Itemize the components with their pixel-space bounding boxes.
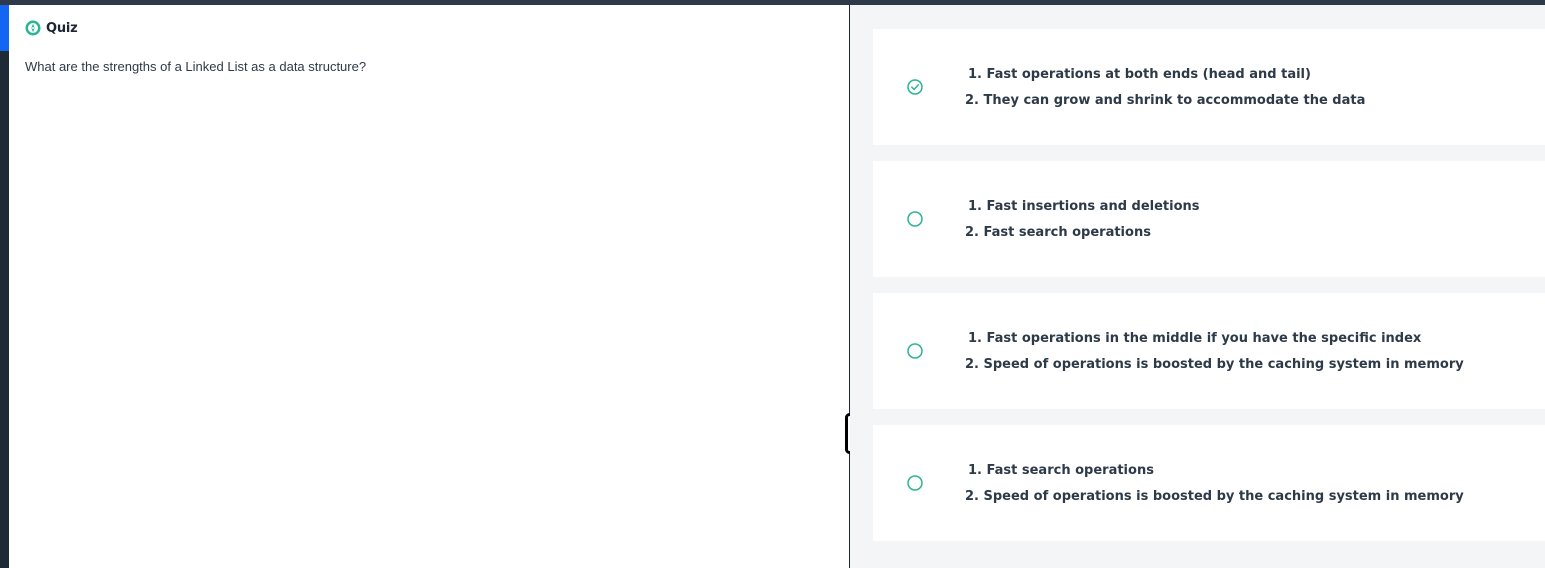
answer-option-3-line-1: 1. Fast operations in the middle if you … bbox=[968, 331, 1422, 346]
left-rail-active-indicator bbox=[0, 5, 9, 51]
answer-option-1-line-2: 2. They can grow and shrink to accommoda… bbox=[965, 93, 1366, 108]
quiz-title: Quiz bbox=[46, 20, 78, 36]
check-circle-icon[interactable] bbox=[907, 79, 923, 95]
radio-circle-icon[interactable] bbox=[907, 211, 923, 227]
answer-option-2-line-2: 2. Fast search operations bbox=[965, 225, 1151, 240]
radio-circle-icon[interactable] bbox=[907, 475, 923, 491]
answer-option-2[interactable]: 1. Fast insertions and deletions 2. Fast… bbox=[873, 161, 1545, 277]
answer-option-4[interactable]: 1. Fast search operations 2. Speed of op… bbox=[873, 425, 1545, 541]
radio-circle-icon[interactable] bbox=[907, 343, 923, 359]
question-pane: Quiz What are the strengths of a Linked … bbox=[9, 5, 849, 568]
answers-pane: 1. Fast operations at both ends (head an… bbox=[850, 5, 1545, 568]
answer-option-3[interactable]: 1. Fast operations in the middle if you … bbox=[873, 293, 1545, 409]
left-rail bbox=[0, 5, 9, 568]
question-text: What are the strengths of a Linked List … bbox=[25, 59, 367, 74]
answer-option-1[interactable]: 1. Fast operations at both ends (head an… bbox=[873, 29, 1545, 145]
answer-option-4-line-2: 2. Speed of operations is boosted by the… bbox=[965, 489, 1464, 504]
quiz-app: Quiz What are the strengths of a Linked … bbox=[0, 0, 1545, 568]
answer-option-2-line-1: 1. Fast insertions and deletions bbox=[968, 199, 1200, 214]
answer-option-4-line-1: 1. Fast search operations bbox=[968, 463, 1154, 478]
quiz-compass-icon bbox=[25, 20, 41, 36]
quiz-header: Quiz bbox=[25, 20, 78, 36]
answer-option-1-line-1: 1. Fast operations at both ends (head an… bbox=[968, 67, 1311, 82]
answer-option-3-line-2: 2. Speed of operations is boosted by the… bbox=[965, 357, 1464, 372]
